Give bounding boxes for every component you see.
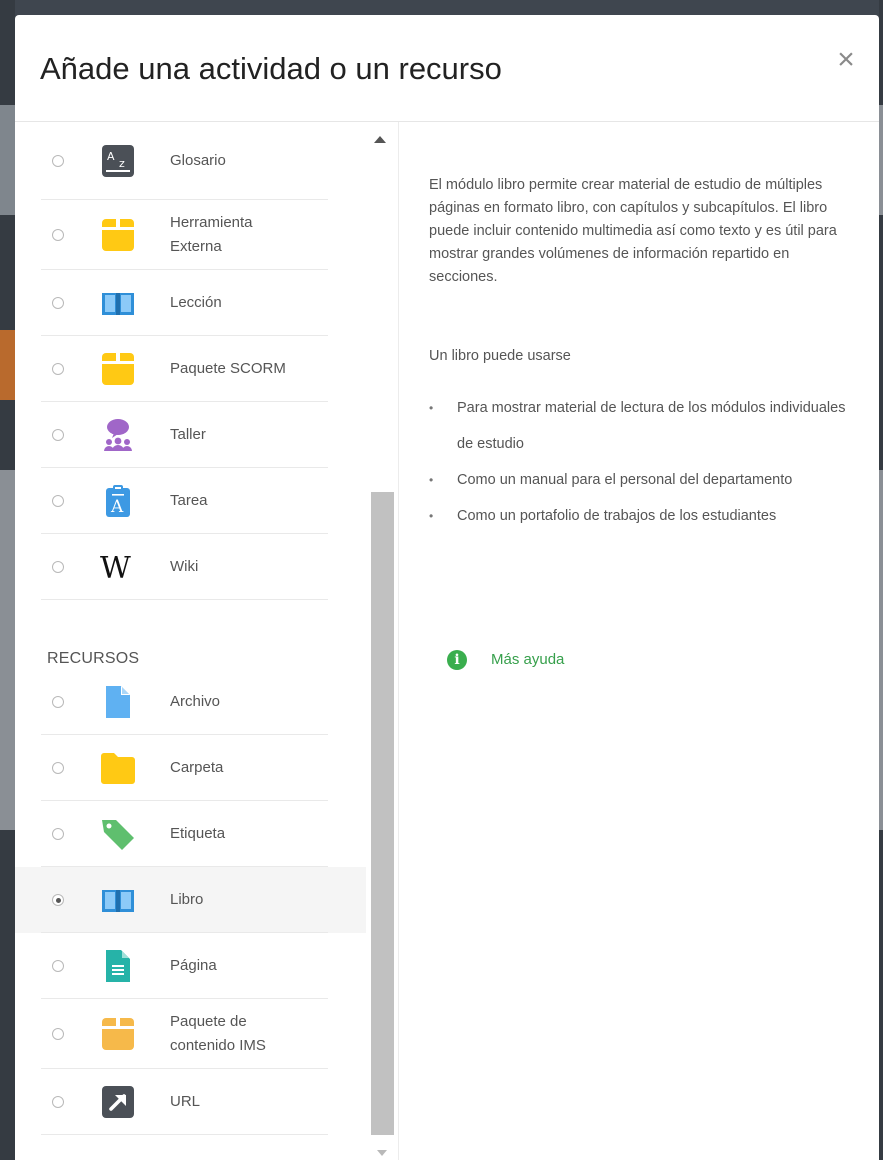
lesson-book-icon [100,285,136,321]
option-label: Paquete de contenido IMS [170,1013,266,1054]
background-page-right [879,0,883,1160]
background-strip [0,330,15,400]
option-radio[interactable] [52,495,64,507]
option-label: Página [170,957,217,974]
dialog-title: Añade una actividad o un recurso [40,51,502,86]
option-etiqueta[interactable]: Etiqueta [15,801,366,867]
option-radio[interactable] [52,762,64,774]
url-icon [100,1084,136,1120]
scroll-thumb[interactable] [371,492,394,1135]
usage-list: Para mostrar material de lectura de los … [429,390,859,534]
option-label: Lección [170,294,222,311]
usage-list-item: Como un portafolio de trabajos de los es… [429,498,859,534]
workshop-icon [100,417,136,453]
option-radio[interactable] [52,1096,64,1108]
usage-list-item: Como un manual para el personal del depa… [429,462,859,498]
option-label: Tarea [170,492,208,509]
option-label: Herramienta Externa [170,214,253,255]
file-icon [100,684,136,720]
option-carpeta[interactable]: Carpeta [15,735,366,801]
option-wiki[interactable]: W Wiki [15,534,366,600]
option-label: Glosario [170,152,226,169]
option-paquete-scorm[interactable]: Paquete SCORM [15,336,366,402]
option-herramienta-externa[interactable]: Herramienta Externa [15,200,366,270]
module-description: El módulo libro permite crear material d… [429,177,837,285]
svg-text:A: A [110,497,124,517]
row-divider [41,599,328,600]
option-url[interactable]: URL [15,1069,366,1135]
option-libro[interactable]: Libro [15,867,366,933]
option-paquete-de-contenido-ims[interactable]: Paquete de contenido IMS [15,999,366,1069]
glossary-icon: Az [100,143,136,179]
option-radio[interactable] [52,1028,64,1040]
more-help-link[interactable]: Más ayuda [491,651,564,668]
option-radio[interactable] [52,363,64,375]
wiki-icon: W [100,549,136,585]
option-tarea[interactable]: A Tarea [15,468,366,534]
option-label: Archivo [170,693,221,710]
folder-icon [100,750,136,786]
option-radio[interactable] [52,894,64,906]
option-página[interactable]: Página [15,933,366,999]
usage-list-item: Para mostrar material de lectura de los … [429,390,859,462]
option-radio[interactable] [52,960,64,972]
scroll-up-arrow[interactable] [374,136,386,143]
option-glosario[interactable]: Az Glosario [15,122,366,200]
svg-text:z: z [119,157,125,170]
option-radio[interactable] [52,696,64,708]
option-radio[interactable] [52,297,64,309]
close-button[interactable]: × [833,45,859,75]
info-icon: i [447,650,467,670]
usage-heading: Un libro puede usarse [429,348,571,364]
options-list: Az Glosario Herramienta Externa Lección Paqu… [15,122,366,1160]
activity-chooser-dialog: Añade una actividad o un recurso × Az Glo… [15,15,879,1160]
option-label: Wiki [170,558,199,575]
option-archivo[interactable]: Archivo [15,669,366,735]
option-label: Etiqueta [170,825,226,842]
scorm-package-icon [100,351,136,387]
ims-package-icon [100,1016,136,1052]
book-icon [100,882,136,918]
tag-icon [100,816,136,852]
section-heading-resources: RECURSOS [47,650,140,667]
row-divider [41,1134,328,1135]
options-scrollbar[interactable] [368,122,396,1160]
background-strip [0,105,15,215]
option-lección[interactable]: Lección [15,270,366,336]
option-radio[interactable] [52,155,64,167]
help-panel: El módulo libro permite crear material d… [398,122,879,1160]
background-strip [879,105,883,215]
option-label: Taller [170,426,206,443]
background-strip [0,470,15,830]
option-taller[interactable]: Taller [15,402,366,468]
svg-text:A: A [107,150,115,163]
page-icon [100,948,136,984]
scroll-down-arrow[interactable] [377,1150,387,1156]
option-label: Libro [170,891,204,908]
option-radio[interactable] [52,561,64,573]
option-label: Paquete SCORM [170,360,286,377]
option-radio[interactable] [52,429,64,441]
option-radio[interactable] [52,828,64,840]
background-page-left [0,0,15,1160]
svg-text:W: W [100,551,131,585]
background-strip [879,470,883,830]
option-label: URL [170,1093,201,1110]
option-label: Carpeta [170,759,224,776]
external-tool-icon [100,217,136,253]
assignment-icon: A [100,483,136,519]
option-radio[interactable] [52,229,64,241]
dialog-header: Añade una actividad o un recurso × [15,15,879,122]
